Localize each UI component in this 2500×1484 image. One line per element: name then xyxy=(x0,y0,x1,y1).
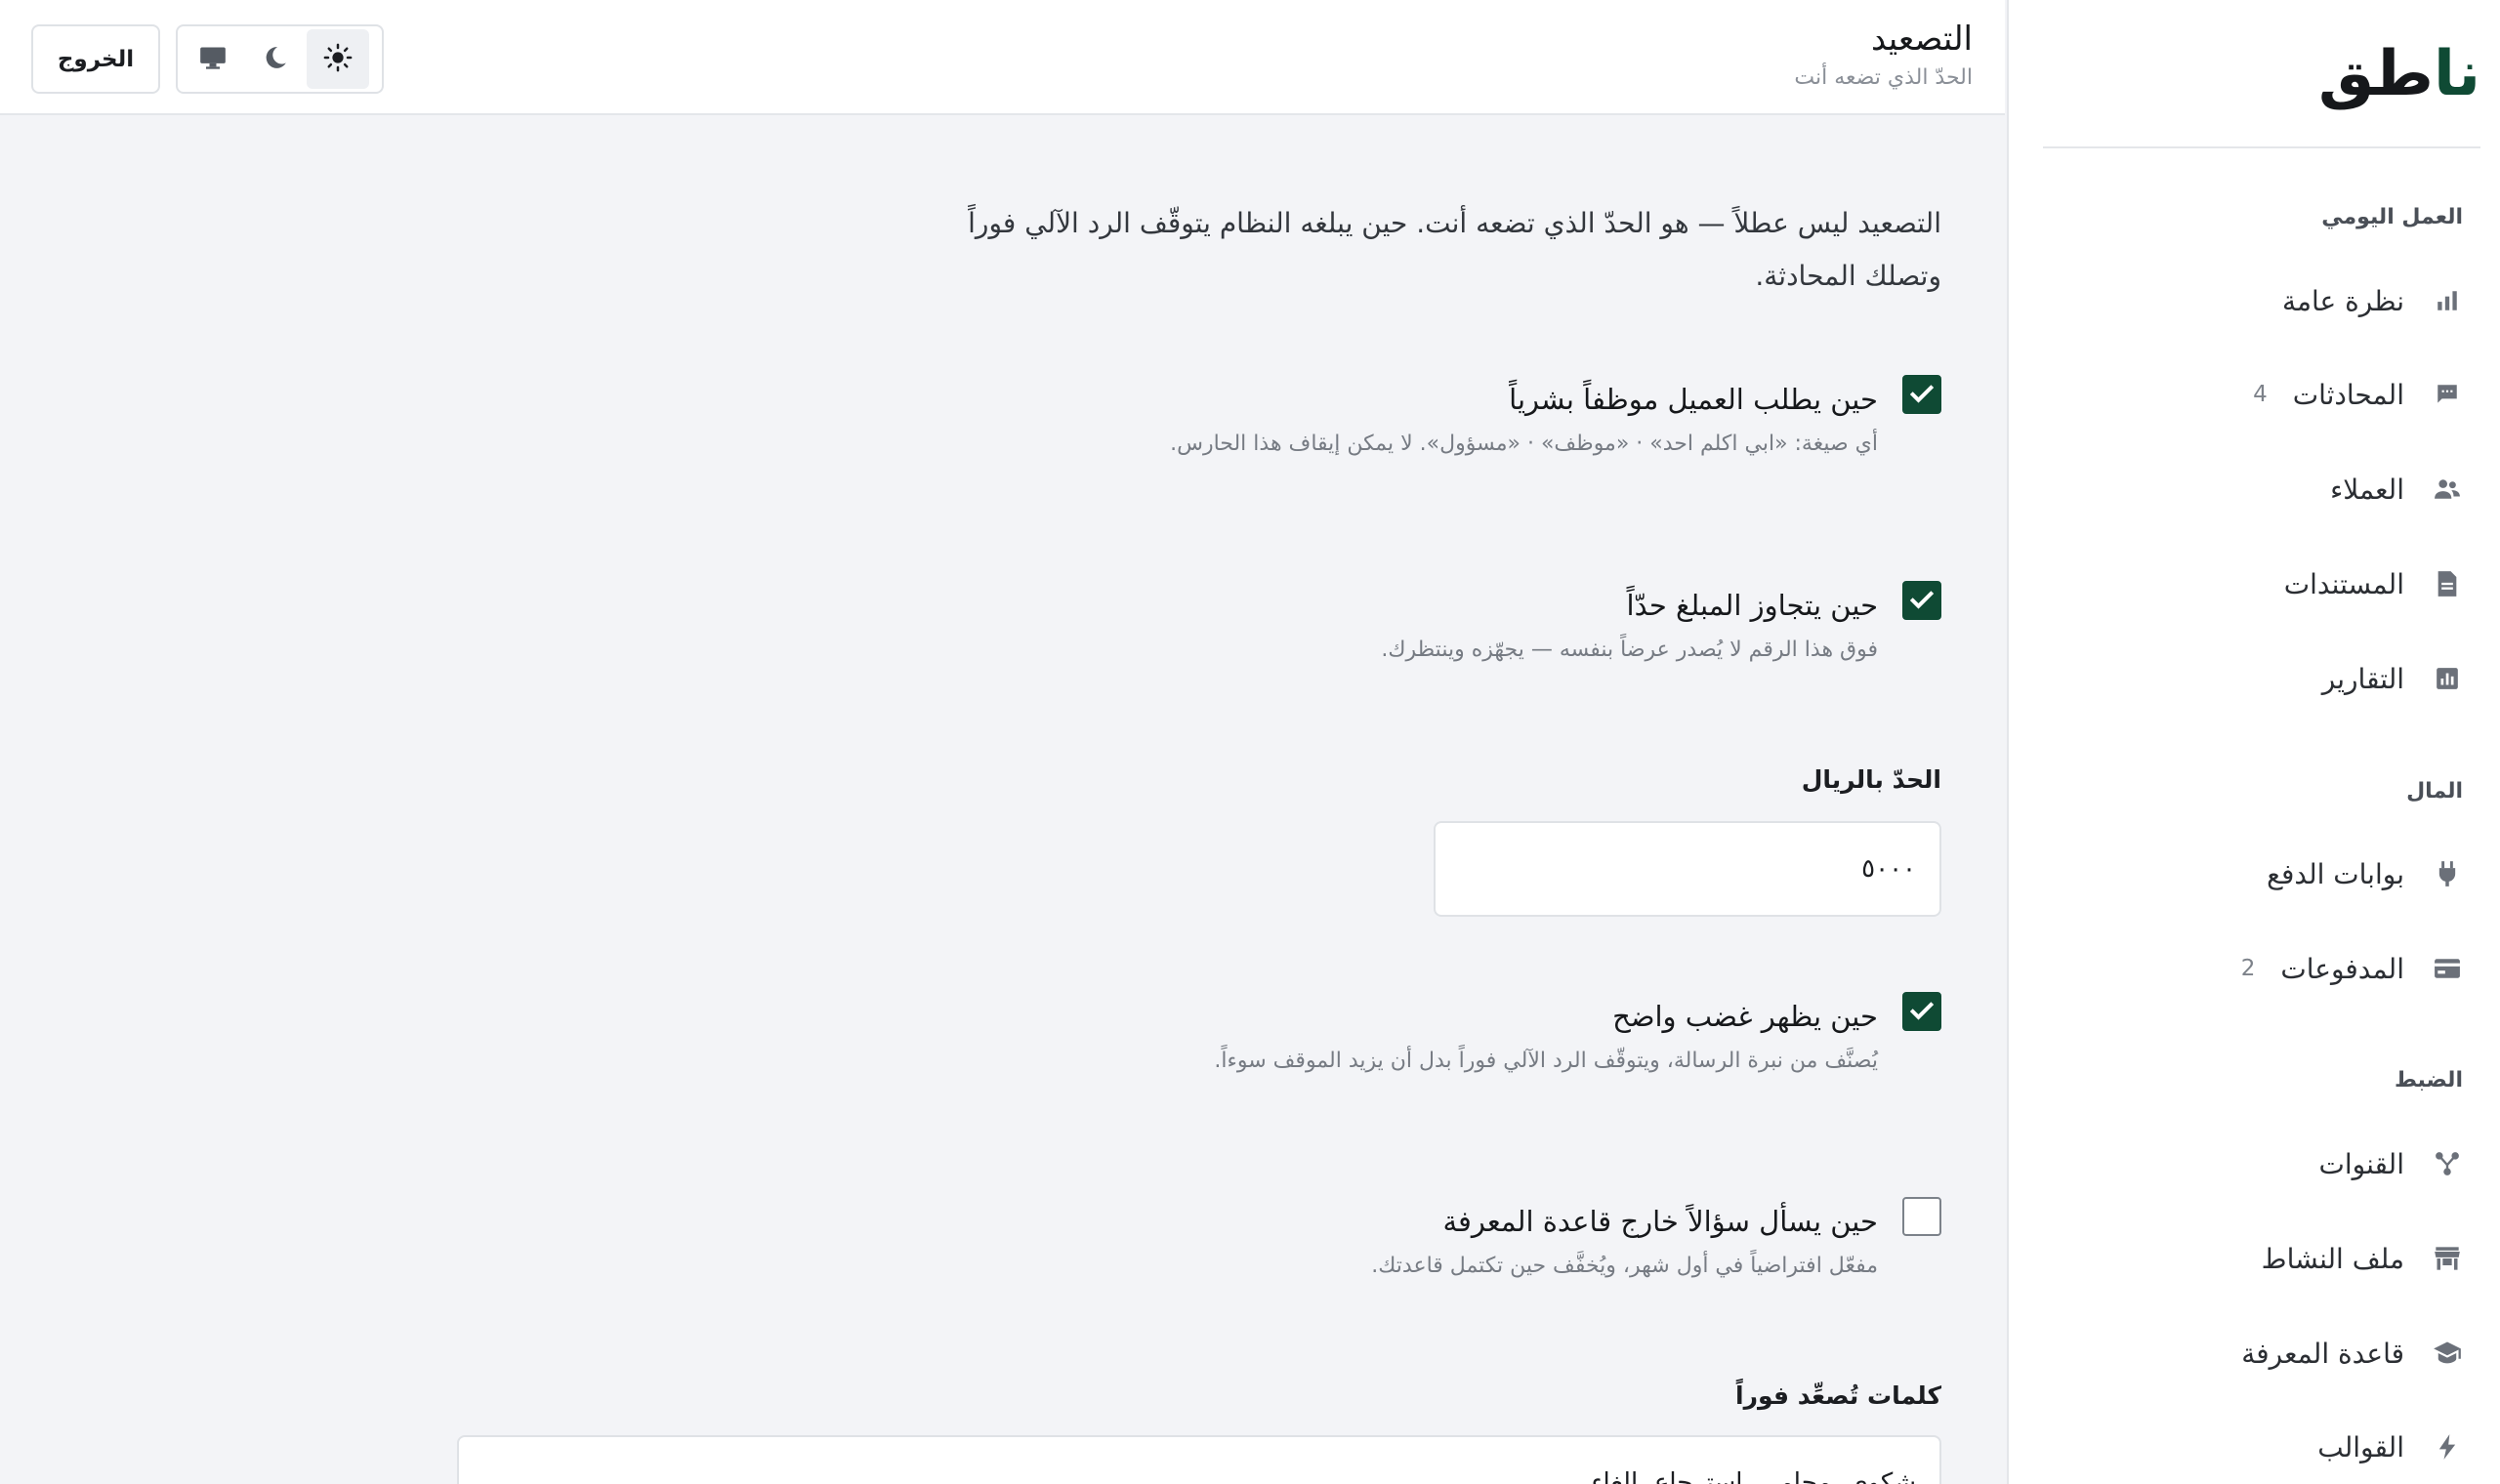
brand-part-2: طق xyxy=(2317,38,2435,110)
sidebar: نا طق العمل اليومي نظرة عامة المحادثات 4 … xyxy=(2007,0,2500,1484)
sidebar-item-label: القنوات xyxy=(2318,1147,2404,1180)
sidebar-item-payment-gateways[interactable]: بوابات الدفع xyxy=(2043,843,2480,905)
plug-icon xyxy=(2432,858,2463,889)
sidebar-item-label: القوالب xyxy=(2317,1430,2404,1463)
sidebar-item-label: التقارير xyxy=(2321,662,2404,695)
sidebar-item-label: ملف النشاط xyxy=(2261,1242,2404,1275)
system-mode-button[interactable] xyxy=(182,29,244,89)
people-icon xyxy=(2432,474,2463,505)
intro-line-2: وتصلك المحادثة. xyxy=(1755,260,1941,292)
logout-button[interactable]: الخروج xyxy=(31,24,160,94)
option-title: حين يطلب العميل موظفاً بشرياً xyxy=(1509,383,1878,416)
option-title: حين يظهر غضب واضح xyxy=(1612,1000,1878,1033)
brand-divider xyxy=(2043,146,2480,148)
channels-icon xyxy=(2432,1148,2463,1179)
escalation-option-amount: حين يتجاوز المبلغ حدّاً فوق هذا الرقم لا… xyxy=(672,579,1941,662)
nav-section-daily: العمل اليومي xyxy=(2321,205,2463,229)
sidebar-item-reports[interactable]: التقارير xyxy=(2043,647,2480,710)
sidebar-item-customers[interactable]: العملاء xyxy=(2043,458,2480,520)
threshold-label: الحدّ بالريال xyxy=(1801,765,1941,794)
option-title: حين يسأل سؤالاً خارج قاعدة المعرفة xyxy=(1442,1205,1878,1238)
sidebar-item-overview[interactable]: نظرة عامة xyxy=(2043,269,2480,332)
threshold-input[interactable] xyxy=(1434,821,1941,917)
main-content: التصعيد ليس عطلاً — هو الحدّ الذي تضعه أ… xyxy=(0,117,2005,1484)
credit-card-icon xyxy=(2432,953,2463,984)
theme-switcher xyxy=(176,24,384,94)
light-mode-icon xyxy=(323,43,353,76)
keywords-input[interactable] xyxy=(457,1435,1941,1484)
option-description: فوق هذا الرقم لا يُصدر عرضاً بنفسه — يجه… xyxy=(1381,638,1878,662)
sidebar-item-label: المدفوعات xyxy=(2280,952,2404,985)
sidebar-item-channels[interactable]: القنوات xyxy=(2043,1133,2480,1195)
option-description: أي صيغة: «ابي اكلم احد» · «موظف» · «مسؤو… xyxy=(1170,432,1878,456)
option-description: مفعّل افتراضياً في أول شهر، ويُخفَّف حين… xyxy=(1371,1254,1878,1278)
report-icon xyxy=(2432,663,2463,694)
sidebar-item-conversations[interactable]: المحادثات 4 xyxy=(2043,363,2480,426)
bar-chart-icon xyxy=(2432,285,2463,316)
store-icon xyxy=(2432,1243,2463,1274)
sidebar-item-label: نظرة عامة xyxy=(2281,284,2404,317)
option-description: يُصنَّف من نبرة الرسالة، ويتوقّف الرد ال… xyxy=(1214,1049,1878,1073)
page-title: التصعيد xyxy=(1870,20,1973,59)
lightning-icon xyxy=(2432,1431,2463,1463)
escalation-option-anger: حين يظهر غضب واضح يُصنَّف من نبرة الرسال… xyxy=(672,990,1941,1073)
sidebar-item-label: المستندات xyxy=(2283,567,2404,600)
light-mode-button[interactable] xyxy=(307,29,369,89)
checkmark-icon xyxy=(1909,385,1935,403)
sidebar-item-label: قاعدة المعرفة xyxy=(2241,1337,2404,1370)
brand-logo: نا طق xyxy=(2317,38,2481,110)
sidebar-item-payments[interactable]: المدفوعات 2 xyxy=(2043,937,2480,1000)
option-checkbox[interactable] xyxy=(1902,581,1941,620)
chat-icon xyxy=(2432,379,2463,410)
intro-line-1: التصعيد ليس عطلاً — هو الحدّ الذي تضعه أ… xyxy=(968,207,1941,239)
option-title: حين يتجاوز المبلغ حدّاً xyxy=(1626,589,1878,622)
checkmark-icon xyxy=(1909,1002,1935,1020)
option-checkbox[interactable] xyxy=(1902,1197,1941,1236)
page-subtitle: الحدّ الذي تضعه أنت xyxy=(1794,65,1973,90)
option-checkbox[interactable] xyxy=(1902,992,1941,1031)
graduation-cap-icon xyxy=(2432,1338,2463,1369)
sidebar-item-label: العملاء xyxy=(2330,473,2404,506)
checkmark-icon xyxy=(1909,591,1935,609)
system-mode-icon xyxy=(199,45,227,74)
dark-mode-icon xyxy=(263,45,288,74)
sidebar-item-count: 2 xyxy=(2240,956,2256,981)
sidebar-item-business-profile[interactable]: ملف النشاط xyxy=(2043,1227,2480,1290)
sidebar-item-count: 4 xyxy=(2253,382,2268,407)
sidebar-item-documents[interactable]: المستندات xyxy=(2043,553,2480,615)
keywords-label: كلمات تُصعِّد فوراً xyxy=(1735,1381,1941,1410)
nav-section-settings: الضبط xyxy=(2394,1068,2463,1092)
sidebar-item-templates[interactable]: القوالب xyxy=(2043,1416,2480,1478)
option-checkbox[interactable] xyxy=(1902,375,1941,414)
intro-text: التصعيد ليس عطلاً — هو الحدّ الذي تضعه أ… xyxy=(867,197,1941,303)
escalation-option-human-request: حين يطلب العميل موظفاً بشرياً أي صيغة: «… xyxy=(672,373,1941,456)
dark-mode-button[interactable] xyxy=(244,29,307,89)
top-header: التصعيد الحدّ الذي تضعه أنت الخروج xyxy=(0,0,2005,115)
escalation-option-out-of-kb: حين يسأل سؤالاً خارج قاعدة المعرفة مفعّل… xyxy=(672,1195,1941,1278)
sidebar-item-knowledge-base[interactable]: قاعدة المعرفة xyxy=(2043,1322,2480,1384)
sidebar-item-label: بوابات الدفع xyxy=(2267,857,2404,890)
sidebar-item-label: المحادثات xyxy=(2292,378,2404,411)
brand-part-1: نا xyxy=(2433,38,2481,110)
nav-section-money: المال xyxy=(2406,779,2463,804)
document-icon xyxy=(2432,568,2463,599)
